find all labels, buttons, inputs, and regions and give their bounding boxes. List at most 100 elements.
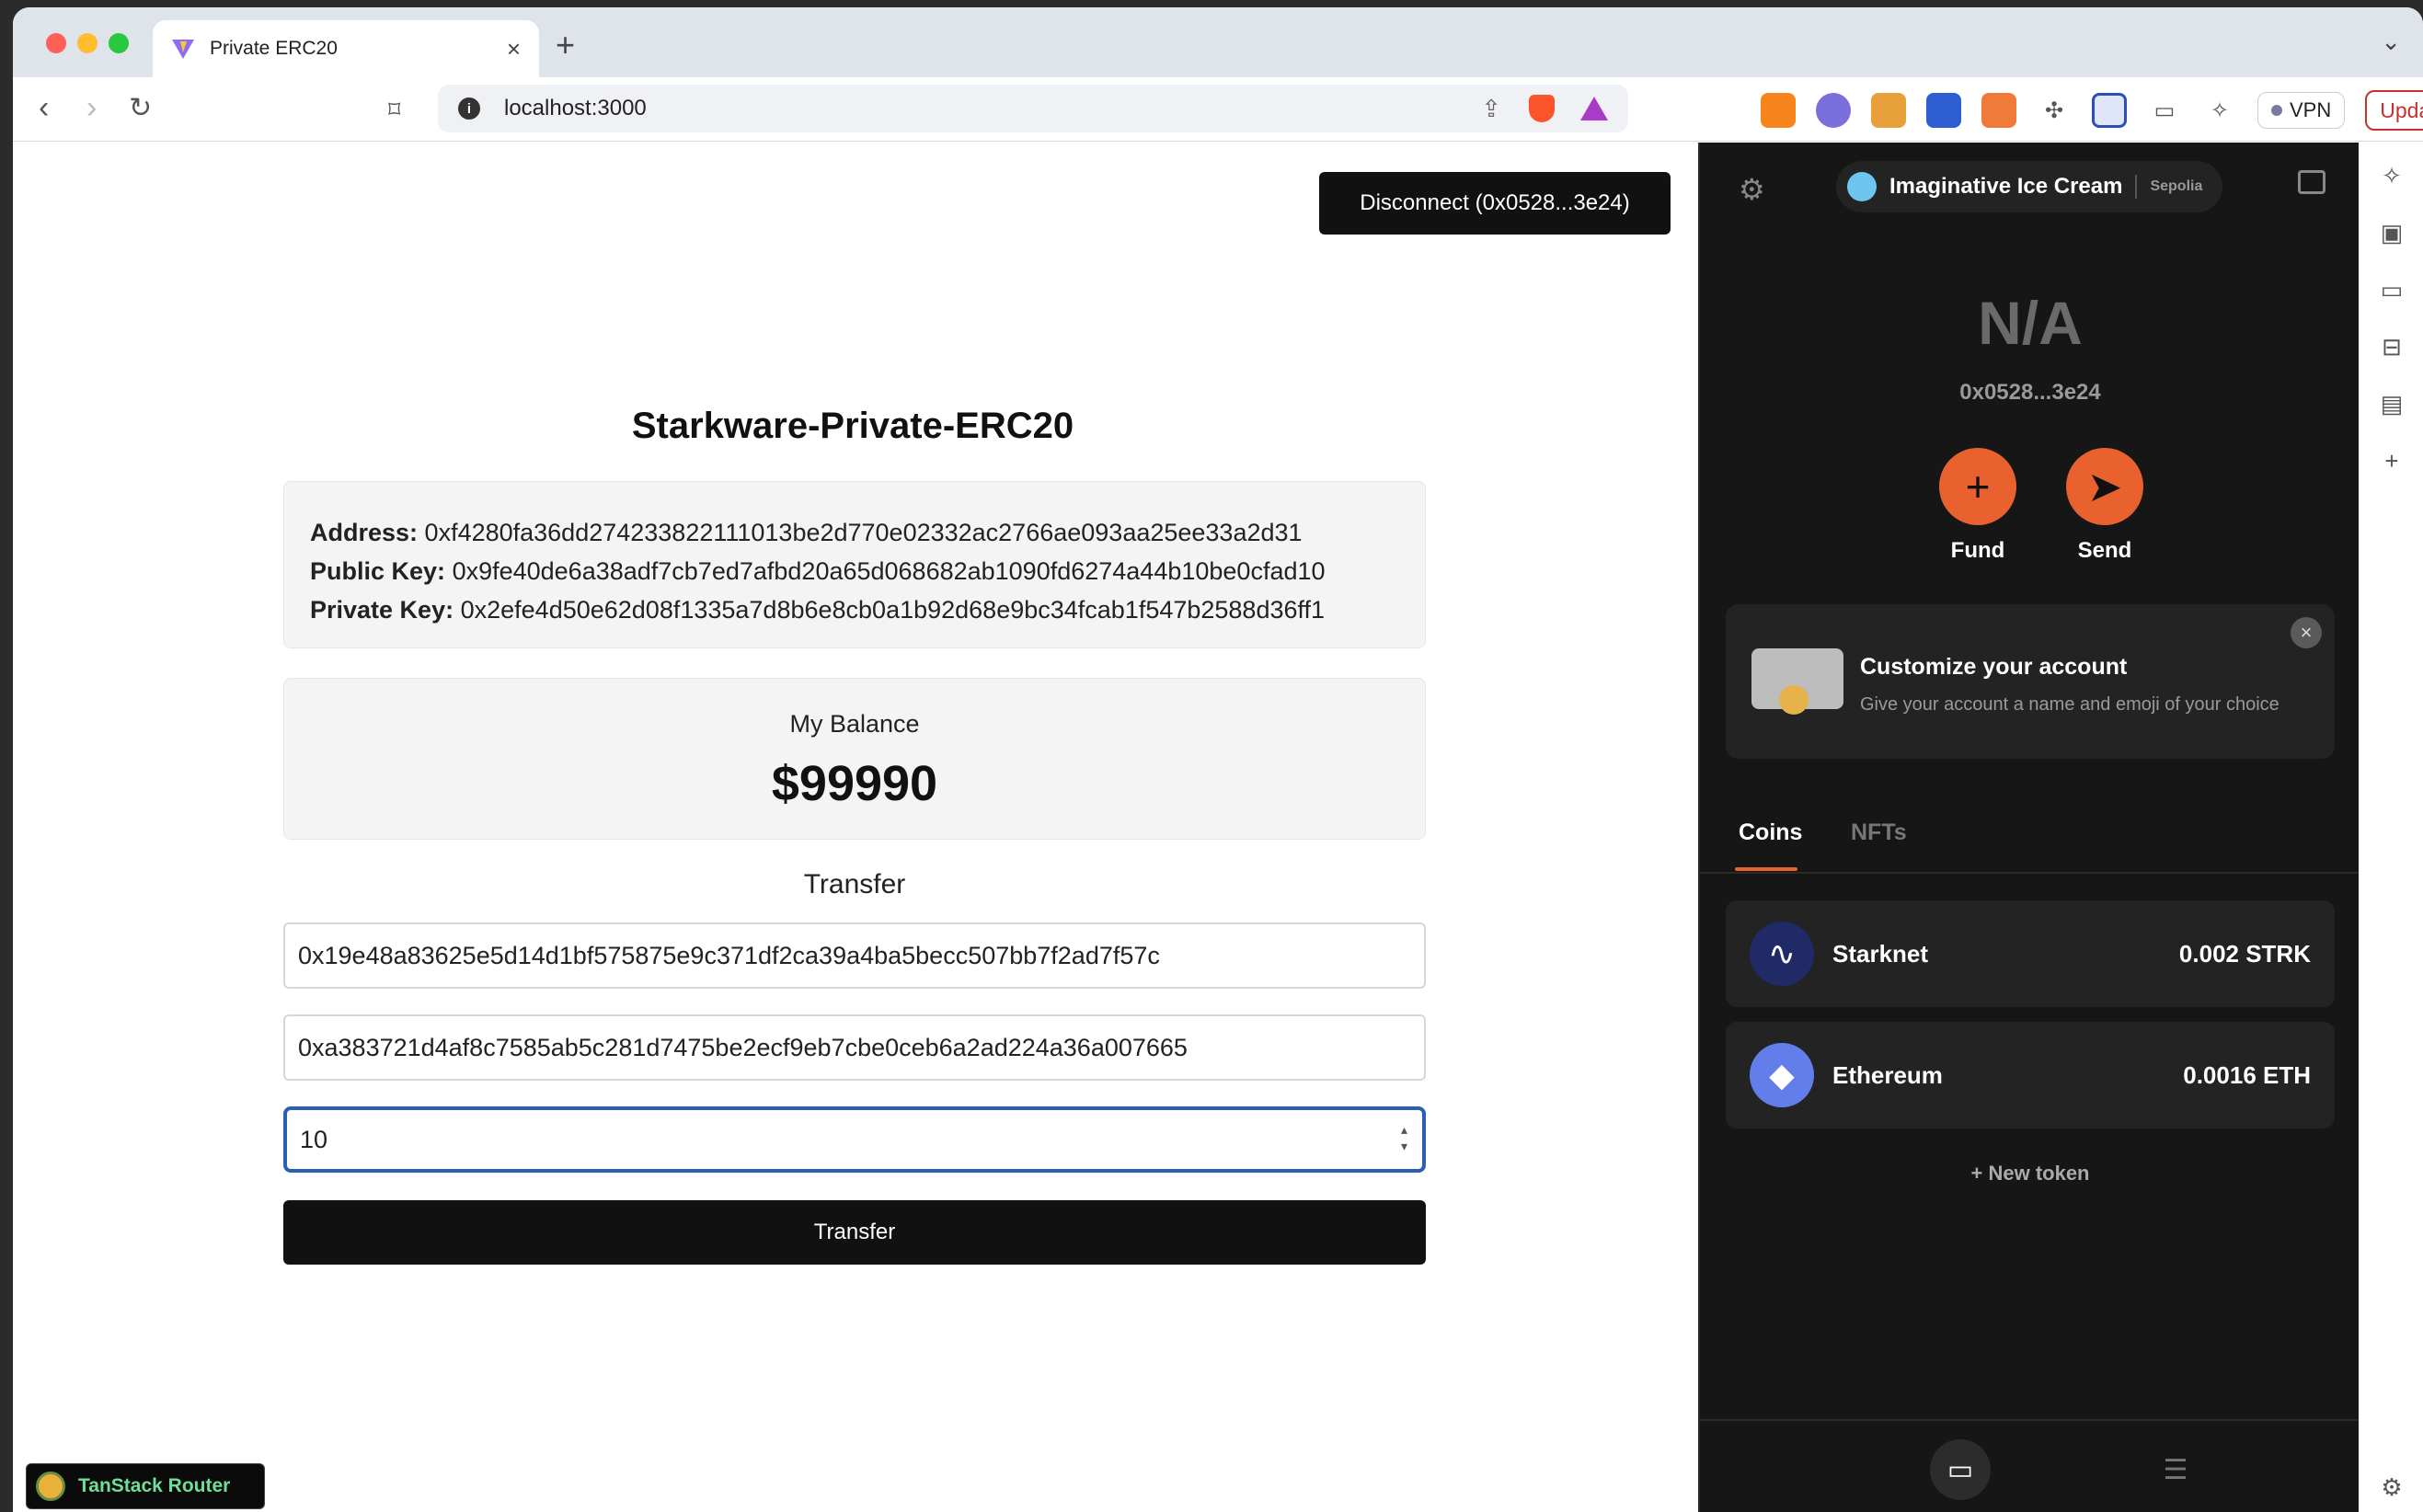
tab-title: Private ERC20 xyxy=(210,38,338,59)
browser-toolbar: ‹ › ↻ ⌑ i localhost:3000 ⇪ ✣ ▭ ✧ VPN Upd xyxy=(13,77,2423,142)
extension-icon[interactable] xyxy=(1871,93,1906,128)
brave-rewards-icon[interactable] xyxy=(1580,97,1608,120)
transfer-heading: Transfer xyxy=(803,869,906,899)
divider xyxy=(2135,175,2138,199)
add-panel-icon[interactable]: + xyxy=(2379,448,2405,474)
disconnect-button[interactable]: Disconnect (0x0528...3e24) xyxy=(1319,172,1671,235)
customize-account-banner[interactable]: Customize your account Give your account… xyxy=(1726,604,2335,759)
extensions-row: ✣ ▭ ✧ VPN Update ☰ xyxy=(1761,90,2423,131)
browser-window: Private ERC20 × + ⌄ ‹ › ↻ ⌑ i localhost:… xyxy=(13,7,2423,1512)
zoom-window-button[interactable] xyxy=(109,33,129,53)
chevron-down-icon[interactable]: ⌄ xyxy=(2381,28,2401,56)
number-stepper-icon[interactable]: ▴ ▾ xyxy=(1401,1121,1407,1154)
playlist-icon[interactable]: ▣ xyxy=(2379,220,2405,246)
extensions-puzzle-icon[interactable]: ✣ xyxy=(2037,93,2072,128)
sidebar-toggle-icon[interactable] xyxy=(2092,93,2127,128)
back-icon[interactable]: ‹ xyxy=(39,90,49,126)
share-icon[interactable]: ⇪ xyxy=(1481,95,1501,123)
send-label: Send xyxy=(2077,538,2132,563)
balance-card: My Balance $99990 xyxy=(283,678,1426,840)
transfer-amount-value: 10 xyxy=(300,1125,328,1153)
vpn-label: VPN xyxy=(2290,98,2332,121)
close-window-button[interactable] xyxy=(46,33,66,53)
wallet-icon[interactable]: ▭ xyxy=(2379,277,2405,303)
browser-side-panel: ✧ ▣ ▭ ⊟ ▤ + ⚙ xyxy=(2359,143,2423,1512)
browser-tab[interactable]: Private ERC20 × xyxy=(153,20,539,77)
bookmark-icon[interactable]: ⌑ xyxy=(388,96,400,124)
private-key-label: Private Key: xyxy=(310,596,454,624)
account-selector[interactable]: Imaginative Ice Cream Sepolia xyxy=(1836,161,2222,212)
plus-icon: + xyxy=(1939,448,2016,525)
private-key-line: Private Key: 0x2efe4d50e62d08f1335a7d8b6… xyxy=(310,590,1399,629)
reload-icon[interactable]: ↻ xyxy=(129,92,152,124)
public-key-line: Public Key: 0x9fe40de6a38adf7cb7ed7afbd2… xyxy=(310,552,1399,590)
leo-ai-icon[interactable]: ✧ xyxy=(2202,93,2237,128)
update-button[interactable]: Update ☰ xyxy=(2365,90,2423,131)
site-info-icon[interactable]: i xyxy=(458,97,480,120)
bookmarks-icon[interactable]: ⊟ xyxy=(2379,334,2405,360)
url-text[interactable]: localhost:3000 xyxy=(504,96,1481,121)
extension-icon[interactable] xyxy=(1926,93,1961,128)
wallet-balance: N/A xyxy=(1978,289,2083,357)
account-avatar xyxy=(1847,172,1877,201)
public-key-value: 0x9fe40de6a38adf7cb7ed7afbd20a65d068682a… xyxy=(452,557,1326,585)
token-name: Starknet xyxy=(1832,939,1929,968)
fund-button[interactable]: + Fund xyxy=(1939,448,2016,564)
starknet-icon: ∿ xyxy=(1750,922,1814,986)
metamask-extension-icon[interactable] xyxy=(1761,93,1796,128)
extension-icon[interactable] xyxy=(1981,93,2016,128)
tanstack-logo-icon xyxy=(36,1472,65,1501)
address-label: Address: xyxy=(310,519,419,546)
balance-label: My Balance xyxy=(789,710,920,738)
gear-icon[interactable]: ⚙ xyxy=(1739,172,1765,207)
minimize-window-button[interactable] xyxy=(77,33,98,53)
wallet-icon[interactable]: ▭ xyxy=(2147,93,2182,128)
token-amount: 0.002 STRK xyxy=(2178,939,2311,968)
wallet-icon[interactable]: ▭ xyxy=(1930,1439,1991,1500)
token-name: Ethereum xyxy=(1832,1060,1943,1089)
token-row-ethereum[interactable]: ◆ Ethereum 0.0016 ETH xyxy=(1726,1022,2335,1128)
new-token-label: New token xyxy=(1988,1162,2090,1185)
token-amount: 0.0016 ETH xyxy=(2183,1060,2311,1089)
close-icon[interactable]: × xyxy=(2291,617,2322,648)
transfer-key-field[interactable]: 0xa383721d4af8c7585ab5c281d7475be2ecf9eb… xyxy=(283,1014,1426,1081)
tab-coins[interactable]: Coins xyxy=(1739,819,1802,846)
customize-subtitle: Give your account a name and emoji of yo… xyxy=(1860,694,2279,715)
address-line: Address: 0xf4280fa36dd274233822111013be2… xyxy=(310,513,1399,552)
wallet-sidebar: ⚙ Imaginative Ice Cream Sepolia N/A 0x05… xyxy=(1698,143,2394,1512)
customize-title: Customize your account xyxy=(1860,654,2128,680)
transfer-button[interactable]: Transfer xyxy=(283,1200,1426,1265)
tab-close-icon[interactable]: × xyxy=(507,35,521,63)
wallet-footer-nav: ▭ ☰ ♨ xyxy=(1700,1419,2394,1512)
vpn-button[interactable]: VPN xyxy=(2257,92,2346,129)
new-token-button[interactable]: + New token xyxy=(1700,1162,2360,1186)
expand-icon[interactable] xyxy=(2298,170,2325,194)
vite-favicon-icon xyxy=(172,40,194,59)
brave-shields-icon[interactable] xyxy=(1529,95,1555,122)
tab-bar: Private ERC20 × + ⌄ xyxy=(13,7,2423,77)
address-value: 0xf4280fa36dd274233822111013be2d770e0233… xyxy=(424,519,1303,546)
activity-list-icon[interactable]: ☰ xyxy=(2145,1439,2206,1500)
tab-nfts[interactable]: NFTs xyxy=(1851,819,1907,846)
tanstack-label: TanStack Router xyxy=(78,1475,231,1496)
tanstack-devtools-button[interactable]: TanStack Router xyxy=(26,1463,265,1509)
keys-card: Address: 0xf4280fa36dd274233822111013be2… xyxy=(283,481,1426,648)
transfer-recipient-field[interactable]: 0x19e48a83625e5d14d1bf575875e9c371df2ca3… xyxy=(283,922,1426,989)
transfer-amount-field[interactable]: 10 ▴ ▾ xyxy=(283,1106,1426,1173)
send-button[interactable]: ➤ Send xyxy=(2066,448,2143,564)
reading-list-icon[interactable]: ▤ xyxy=(2379,391,2405,417)
account-name: Imaginative Ice Cream xyxy=(1889,174,2123,199)
address-bar[interactable]: i localhost:3000 ⇪ xyxy=(438,85,1628,132)
update-label: Update xyxy=(2380,97,2423,122)
leo-ai-icon[interactable]: ✧ xyxy=(2379,163,2405,189)
emoji-illustration-icon xyxy=(1779,685,1809,715)
divider xyxy=(1700,872,2360,874)
token-row-starknet[interactable]: ∿ Starknet 0.002 STRK xyxy=(1726,900,2335,1007)
gear-icon[interactable]: ⚙ xyxy=(2379,1474,2405,1500)
wallet-address[interactable]: 0x0528...3e24 xyxy=(1700,380,2360,406)
phantom-extension-icon[interactable] xyxy=(1816,93,1851,128)
forward-icon[interactable]: › xyxy=(86,90,97,126)
new-tab-icon[interactable]: + xyxy=(556,26,575,64)
public-key-label: Public Key: xyxy=(310,557,446,585)
vpn-status-icon xyxy=(2271,105,2282,116)
